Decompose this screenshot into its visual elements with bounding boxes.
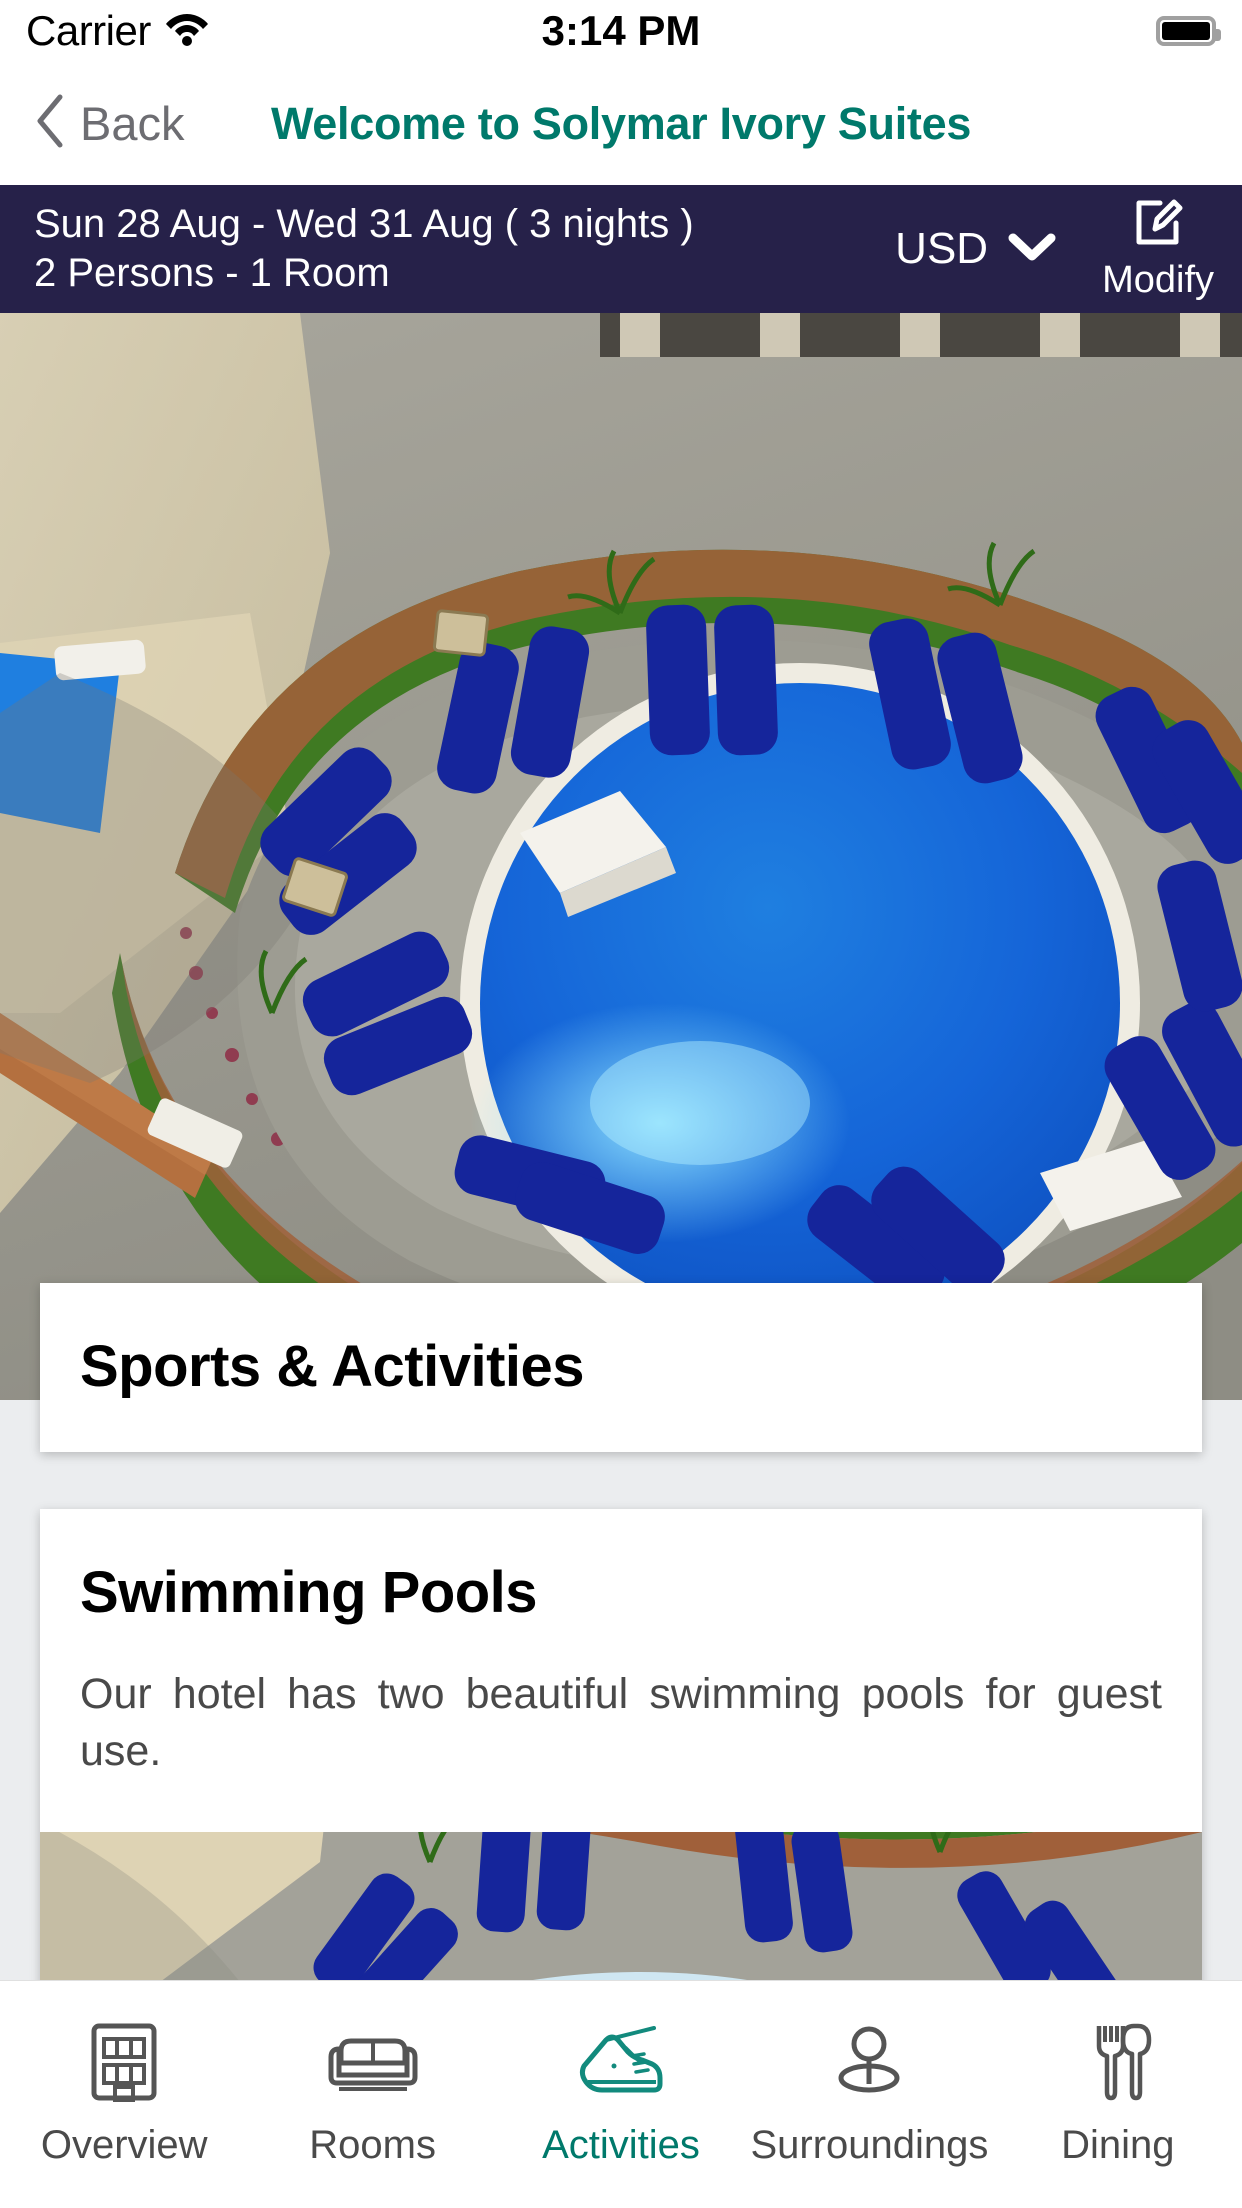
tab-overview[interactable]: Overview xyxy=(0,2019,248,2168)
tab-rooms-label: Rooms xyxy=(309,2123,436,2167)
sneaker-icon xyxy=(576,2019,666,2105)
edit-pencil-icon xyxy=(1130,196,1186,257)
card-content: Sports & Activities xyxy=(40,1283,1202,1452)
carrier-label: Carrier xyxy=(26,7,151,54)
bottom-tab-bar: Overview Rooms Activities Surroundings D… xyxy=(0,1980,1242,2208)
chevron-left-icon xyxy=(34,94,64,153)
booking-dates: Sun 28 Aug - Wed 31 Aug ( 3 nights ) xyxy=(34,202,694,247)
booking-guests: 2 Persons - 1 Room xyxy=(34,251,390,295)
card-description: Our hotel has two beautiful swimming poo… xyxy=(80,1670,1162,1775)
nav-bar: Back Welcome to Solymar Ivory Suites xyxy=(0,62,1242,185)
fork-spoon-icon xyxy=(1083,2019,1153,2105)
currency-selector[interactable]: USD xyxy=(895,224,1056,274)
card-photo xyxy=(40,1831,1202,1980)
tab-activities-label: Activities xyxy=(542,2123,700,2167)
status-bar: Carrier 3:14 PM xyxy=(0,0,1242,62)
section-card-sports-activities[interactable]: Sports & Activities xyxy=(40,1283,1202,1452)
card-title: Sports & Activities xyxy=(80,1334,585,1399)
modify-button[interactable]: Modify xyxy=(1102,196,1214,302)
tab-overview-label: Overview xyxy=(40,2123,208,2167)
card-title: Swimming Pools xyxy=(80,1560,538,1625)
booking-summary-bar: Sun 28 Aug - Wed 31 Aug ( 3 nights ) 2 P… xyxy=(0,185,1242,313)
status-bar-left: Carrier xyxy=(26,7,209,55)
card-content: Swimming Pools Our hotel has two beautif… xyxy=(40,1509,1202,1832)
booking-actions: USD Modify xyxy=(895,196,1214,302)
page-title: Welcome to Solymar Ivory Suites xyxy=(270,97,972,149)
tab-rooms[interactable]: Rooms xyxy=(248,2019,496,2168)
tab-dining-label: Dining xyxy=(1061,2123,1175,2167)
currency-value: USD xyxy=(895,224,989,273)
status-bar-right xyxy=(1156,16,1221,46)
back-button-label: Back xyxy=(80,97,185,150)
battery-full-icon xyxy=(1156,16,1221,46)
map-pin-icon xyxy=(829,2019,909,2105)
back-button[interactable]: Back xyxy=(0,94,185,153)
tab-surroundings[interactable]: Surroundings xyxy=(745,2019,993,2168)
building-icon xyxy=(85,2019,163,2105)
sofa-icon xyxy=(325,2019,421,2105)
booking-info: Sun 28 Aug - Wed 31 Aug ( 3 nights ) 2 P… xyxy=(34,202,694,296)
wifi-icon xyxy=(165,11,209,52)
hero-image xyxy=(0,313,1242,1400)
section-card-swimming-pools[interactable]: Swimming Pools Our hotel has two beautif… xyxy=(40,1509,1202,1980)
tab-dining[interactable]: Dining xyxy=(994,2019,1242,2168)
modify-button-label: Modify xyxy=(1102,259,1214,301)
tab-activities[interactable]: Activities xyxy=(497,2019,745,2168)
card-list: Sports & Activities Swimming Pools Our h… xyxy=(0,1283,1242,1980)
tab-surroundings-label: Surroundings xyxy=(750,2123,989,2167)
chevron-down-icon xyxy=(1008,232,1056,267)
